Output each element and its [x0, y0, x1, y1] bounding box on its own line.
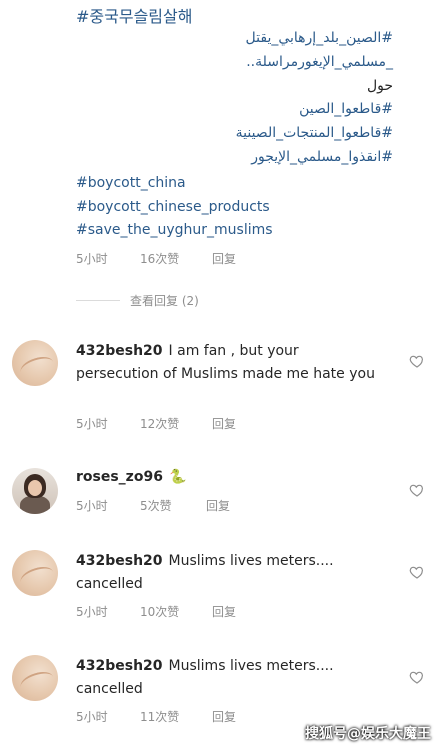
comment-meta: 5小时 12次赞 回复 [76, 415, 236, 432]
hashtag-korean[interactable]: #중국무슬림살해 [76, 3, 192, 27]
hashtag-arabic-line-5[interactable]: #انقذوا_مسلمي_الإيجور [251, 149, 393, 165]
comment-time: 5小时 [76, 499, 108, 513]
hashtag-boycott-china[interactable]: #boycott_china [76, 175, 186, 191]
view-replies-button[interactable]: 查看回复 (2) [76, 292, 199, 309]
comment-username[interactable]: roses_zo96 [76, 469, 163, 485]
reply-button[interactable]: 回复 [212, 603, 236, 620]
top-comment-meta: 5小时 16次赞 回复 [76, 250, 236, 267]
avatar[interactable] [12, 468, 58, 514]
reply-button[interactable]: 回复 [212, 415, 236, 432]
snake-emoji: 🐍 [168, 469, 187, 485]
hashtag-arabic-line-1[interactable]: #الصين_بلد_إرهابي_يقتل [246, 30, 393, 46]
comment-time: 5小时 [76, 605, 108, 619]
reply-button[interactable]: 回复 [212, 708, 236, 725]
heart-icon[interactable] [409, 564, 425, 580]
like-count[interactable]: 16次赞 [140, 250, 212, 267]
avatar[interactable] [12, 550, 58, 596]
heart-icon[interactable] [409, 482, 425, 498]
comment-body: 432besh20 Muslims lives meters.... cancel… [76, 655, 376, 701]
like-count[interactable]: 5次赞 [140, 497, 206, 514]
reply-button[interactable]: 回复 [206, 497, 230, 514]
comment-meta: 5小时 11次赞 回复 [76, 708, 236, 725]
heart-icon[interactable] [409, 353, 425, 369]
like-count[interactable]: 11次赞 [140, 708, 212, 725]
comment-meta: 5小时 10次赞 回复 [76, 603, 236, 620]
hashtag-arabic-line-2[interactable]: _مسلمي_الإيغورمراسلة.. [246, 54, 393, 70]
arabic-text-line: حول [366, 78, 393, 94]
like-count[interactable]: 12次赞 [140, 415, 212, 432]
watermark: 搜狐号@娱乐大魔王 [305, 726, 431, 742]
avatar[interactable] [12, 340, 58, 386]
comment-meta: 5小时 5次赞 回复 [76, 497, 230, 514]
comment-time: 5小时 [76, 710, 108, 724]
hashtag-save-uyghur-muslims[interactable]: #save_the_uyghur_muslims [76, 222, 273, 238]
comment-body: 432besh20 Muslims lives meters.... cancel… [76, 550, 376, 596]
hashtag-arabic-line-4[interactable]: #قاطعوا_المنتجات_الصينية [236, 125, 393, 141]
comment-username[interactable]: 432besh20 [76, 343, 163, 359]
view-replies-label[interactable]: 查看回复 (2) [130, 292, 199, 309]
hashtag-boycott-chinese-products[interactable]: #boycott_chinese_products [76, 199, 270, 215]
comment-username[interactable]: 432besh20 [76, 553, 163, 569]
comment-time: 5小时 [76, 417, 108, 431]
heart-icon[interactable] [409, 669, 425, 685]
comment-body: 432besh20 I am fan , but your persecution… [76, 340, 376, 386]
hashtag-arabic-line-3[interactable]: #قاطعوا_الصين [299, 101, 393, 117]
avatar[interactable] [12, 655, 58, 701]
comment-time: 5小时 [76, 252, 108, 266]
comment-body: roses_zo96 🐍 [76, 466, 376, 489]
reply-button[interactable]: 回复 [212, 250, 236, 267]
divider-line [76, 300, 120, 301]
like-count[interactable]: 10次赞 [140, 603, 212, 620]
comment-username[interactable]: 432besh20 [76, 658, 163, 674]
